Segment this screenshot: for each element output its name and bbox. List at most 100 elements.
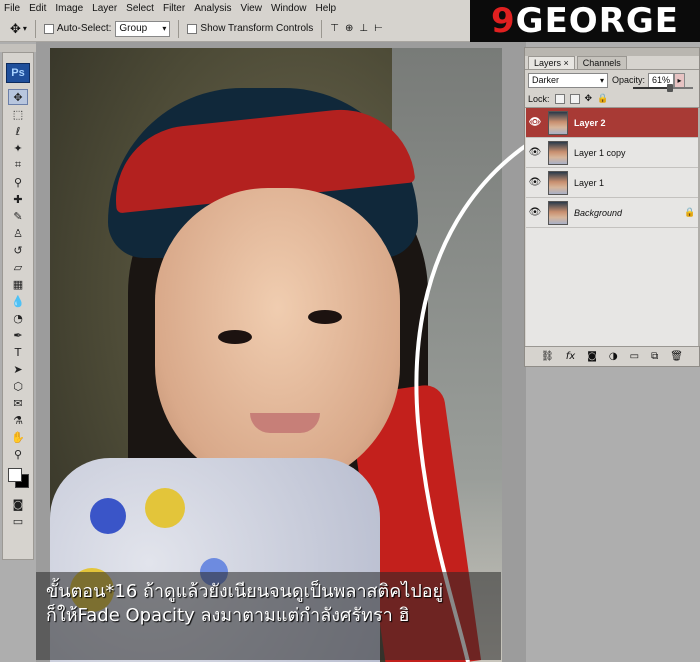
type-icon[interactable]: T — [8, 344, 28, 360]
lock-position-icon[interactable]: ✥ — [585, 93, 593, 104]
auto-select-dropdown[interactable]: Group ▾ — [115, 20, 171, 37]
layer-lock-icon: 🔒 — [684, 207, 696, 217]
lock-pixels-icon[interactable] — [569, 93, 580, 104]
photo-mouth — [250, 413, 320, 433]
hand-icon[interactable]: ✋ — [8, 429, 28, 445]
brand-number: 9 — [490, 1, 516, 41]
layer-name: Layer 2 — [574, 117, 606, 128]
photo-right-eye — [308, 310, 342, 324]
layer-name: Layer 1 copy — [574, 147, 626, 158]
visibility-eye-icon[interactable]: 👁 — [526, 177, 544, 188]
caption-line-2: ก็ให้Fade Opacity ลงมาตามแต่กำลังศรัทรา … — [46, 605, 410, 626]
layer-name: Background — [574, 207, 623, 218]
canvas-photo[interactable] — [50, 48, 502, 662]
tab-channels[interactable]: Channels — [576, 56, 627, 69]
menu-item-select[interactable]: Select — [126, 3, 154, 14]
adjustment-layer-icon[interactable]: ◑ — [609, 351, 618, 362]
align-bottom-icon[interactable]: ⊥ — [359, 23, 368, 34]
notes-icon[interactable]: ✉ — [8, 395, 28, 411]
menu-item-file[interactable]: File — [4, 3, 20, 14]
move-icon[interactable]: ✥ — [8, 89, 28, 105]
toolbox-collapse-bar[interactable] — [0, 44, 36, 52]
menu-item-filter[interactable]: Filter — [163, 3, 185, 14]
auto-select-value: Group — [119, 23, 148, 34]
new-layer-icon[interactable]: ⧉ — [651, 351, 658, 362]
layer-footer: ⛓ fx ◙ ◑ ▭ ⧉ 🗑 — [525, 346, 699, 366]
photo-shirt-pattern — [90, 498, 126, 534]
shape-icon[interactable]: ⬡ — [8, 378, 28, 394]
layers-panel: Layers × Channels Darker ▾ Opacity: 61% … — [524, 47, 700, 367]
visibility-eye-icon[interactable]: 👁 — [526, 117, 544, 128]
eyedropper2-icon[interactable]: ⚗ — [8, 412, 28, 428]
auto-select-label: Auto-Select: — [56, 23, 112, 34]
separator — [178, 19, 180, 38]
brush-icon[interactable]: ✎ — [8, 208, 28, 224]
lock-all-icon[interactable]: 🔒 — [597, 93, 608, 104]
screen-mode-icon[interactable]: ▭ — [8, 513, 28, 529]
tool-preset-arrow-icon[interactable]: ▾ — [23, 24, 27, 33]
dodge-icon[interactable]: ◔ — [8, 310, 28, 326]
layer-row[interactable]: 👁 Layer 1 copy — [526, 138, 698, 168]
move-tool-icon[interactable]: ✥ — [10, 21, 21, 37]
eyedropper-icon[interactable]: ⚲ — [8, 174, 28, 190]
opacity-slider-thumb[interactable] — [666, 84, 673, 92]
align-left-icon[interactable]: ⊢ — [374, 23, 383, 34]
healing-brush-icon[interactable]: ✚ — [8, 191, 28, 207]
layer-row[interactable]: 👁 Background 🔒 — [526, 198, 698, 228]
menu-item-window[interactable]: Window — [271, 3, 307, 14]
menu-item-image[interactable]: Image — [55, 3, 83, 14]
trash-icon[interactable]: 🗑 — [670, 351, 683, 362]
panel-tabs: Layers × Channels — [525, 56, 699, 70]
add-mask-icon[interactable]: ◙ — [587, 351, 597, 362]
pen-icon[interactable]: ✒ — [8, 327, 28, 343]
align-top-icon[interactable]: ⊤ — [330, 23, 339, 34]
link-layers-icon[interactable]: ⛓ — [541, 351, 554, 362]
foreground-color-swatch[interactable] — [8, 468, 22, 482]
marquee-icon[interactable]: ⬚ — [8, 106, 28, 122]
menu-item-layer[interactable]: Layer — [92, 3, 117, 14]
brand-watermark: 9 GEORGE — [470, 0, 700, 42]
zoom-icon[interactable]: ⚲ — [8, 446, 28, 462]
layer-row[interactable]: 👁 Layer 2 — [526, 108, 698, 138]
tab-layers-label: Layers — [534, 58, 562, 68]
photo-left-eye — [218, 330, 252, 344]
menu-item-edit[interactable]: Edit — [29, 3, 46, 14]
show-transform-checkbox[interactable] — [187, 23, 198, 34]
lasso-icon[interactable]: ℓ — [8, 123, 28, 139]
separator — [34, 19, 36, 38]
options-bar: ✥ ▾ Auto-Select: Group ▾ Show Transform … — [0, 16, 470, 42]
opacity-slider[interactable] — [633, 84, 693, 92]
auto-select-checkbox[interactable] — [43, 23, 54, 34]
tab-layers[interactable]: Layers × — [528, 56, 575, 69]
visibility-eye-icon[interactable]: 👁 — [526, 147, 544, 158]
crop-icon[interactable]: ⌗ — [8, 157, 28, 173]
layer-thumbnail — [548, 140, 568, 165]
layer-style-icon[interactable]: fx — [566, 351, 575, 362]
blend-mode-dropdown[interactable]: Darker ▾ — [528, 72, 608, 88]
menu-item-analysis[interactable]: Analysis — [194, 3, 231, 14]
menu-item-view[interactable]: View — [240, 3, 262, 14]
menu-item-help[interactable]: Help — [316, 3, 337, 14]
new-group-icon[interactable]: ▭ — [630, 351, 639, 362]
history-brush-icon[interactable]: ↺ — [8, 242, 28, 258]
show-transform-label: Show Transform Controls — [200, 23, 314, 34]
magic-wand-icon[interactable]: ✦ — [8, 140, 28, 156]
layer-list: 👁 Layer 2 👁 Layer 1 copy 👁 Layer 1 👁 Background… — [526, 108, 698, 346]
layer-row[interactable]: 👁 Layer 1 — [526, 168, 698, 198]
chevron-down-icon: ▾ — [162, 24, 167, 33]
eraser-icon[interactable]: ▱ — [8, 259, 28, 275]
lock-transparency-icon[interactable] — [554, 93, 565, 104]
clone-stamp-icon[interactable]: ♙ — [8, 225, 28, 241]
photoshop-logo[interactable]: Ps — [6, 63, 30, 83]
caption-line-1: ขั้นตอน*16 ถ้าดูแล้วยังเนียนจนดูเป็นพลาส… — [46, 581, 444, 602]
visibility-eye-icon[interactable]: 👁 — [526, 207, 544, 218]
path-select-icon[interactable]: ➤ — [8, 361, 28, 377]
panel-dock-bar[interactable] — [525, 48, 699, 56]
gradient-icon[interactable]: ▦ — [8, 276, 28, 292]
quick-mask-icon[interactable]: ◙ — [8, 496, 28, 512]
blur-icon[interactable]: 💧 — [8, 293, 28, 309]
layer-thumbnail — [548, 110, 568, 135]
photo-face — [155, 188, 400, 488]
caption-box: ขั้นตอน*16 ถ้าดูแล้วยังเนียนจนดูเป็นพลาส… — [36, 572, 501, 660]
align-middle-icon[interactable]: ⊕ — [345, 23, 353, 34]
